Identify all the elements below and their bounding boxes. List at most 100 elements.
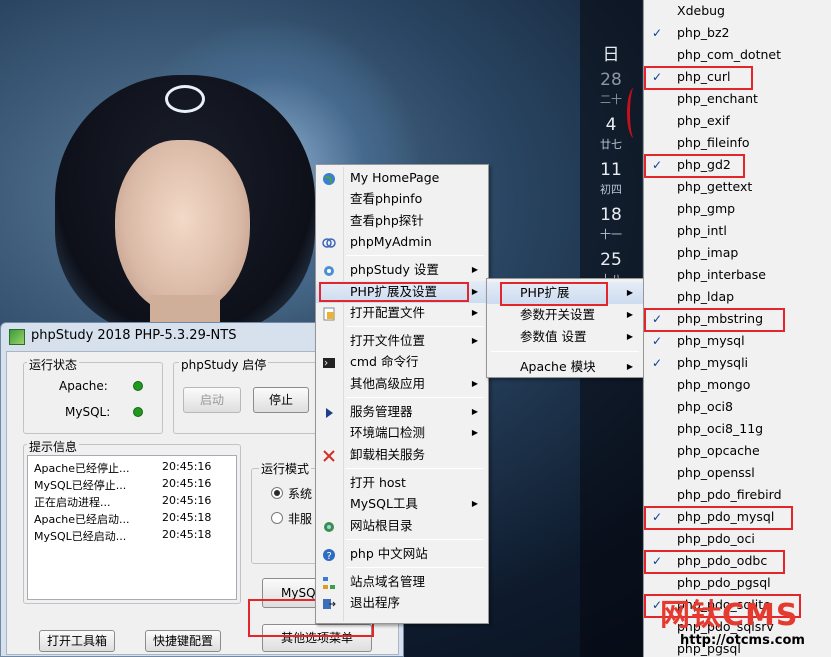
menu-item-cn[interactable]: 站点域名管理 [316, 571, 488, 593]
extension-item-php-fileinfo[interactable]: php_fileinfo [644, 132, 831, 154]
highlight-php-extension-submenu [500, 282, 608, 306]
menu-item-label: 打开配置文件 [350, 304, 426, 320]
extension-name: php_intl [677, 223, 727, 238]
extension-item-php-gettext[interactable]: php_gettext [644, 176, 831, 198]
log-row: Apache已经停止... 20:45:16 [34, 460, 211, 476]
log-row: 正在启动进程... 20:45:16 [34, 494, 211, 510]
highlight-extension [644, 308, 785, 332]
log-row: Apache已经启动... 20:45:18 [34, 511, 211, 527]
submenu-arrow-icon: ▶ [471, 378, 478, 388]
submenu-item[interactable]: Apache 模块 ▶ [487, 356, 643, 378]
extension-item-php-exif[interactable]: php_exif [644, 110, 831, 132]
menu-item-label: 环境端口检测 [350, 425, 426, 441]
log-message: Apache已经启动... [34, 513, 130, 526]
extension-item-php-interbase[interactable]: php_interbase [644, 264, 831, 286]
menu-item-cn[interactable]: 卸载相关服务 [316, 444, 488, 466]
submenu-arrow-icon: ▶ [471, 286, 478, 296]
checkmark-icon: ✓ [652, 334, 663, 348]
apache-status-indicator [133, 381, 143, 391]
submenu-item[interactable]: 参数开关设置 ▶ [487, 304, 643, 326]
highlight-extension [644, 154, 745, 178]
extension-item-php-pdo-firebird[interactable]: php_pdo_firebird [644, 484, 831, 506]
submenu-arrow-icon: ▶ [471, 499, 478, 509]
menu-item-label: MySQL工具 [350, 496, 418, 512]
extension-name: php_mysql [677, 333, 745, 348]
menu-item-label: 查看php探针 [350, 212, 424, 228]
extension-item-php-mysqli[interactable]: ✓ php_mysqli [644, 352, 831, 374]
menu-item-cn[interactable]: 其他高级应用 ▶ [316, 373, 488, 395]
calendar-day: 28 [600, 70, 622, 90]
mode-radio-system[interactable] [271, 487, 283, 499]
log-message: Apache已经停止... [34, 462, 130, 475]
extension-name: php_bz2 [677, 25, 730, 40]
extension-item-php-bz2[interactable]: ✓ php_bz2 [644, 22, 831, 44]
extension-item-php-oci8-11g[interactable]: php_oci8_11g [644, 418, 831, 440]
menu-item-cn[interactable]: 网站根目录 [316, 515, 488, 537]
menu-item-phpinfo[interactable]: 查看phpinfo [316, 188, 488, 210]
extension-item-php-imap[interactable]: php_imap [644, 242, 831, 264]
menu-item-cn[interactable]: 退出程序 [316, 592, 488, 614]
menu-separator [491, 351, 639, 352]
menu-item-label: My HomePage [350, 170, 440, 185]
extension-item-php-pdo-oci[interactable]: php_pdo_oci [644, 528, 831, 550]
submenu-item-label: 参数开关设置 [520, 307, 596, 322]
svg-text:?: ? [327, 551, 332, 562]
extension-item-php-mongo[interactable]: php_mongo [644, 374, 831, 396]
extension-item-php-intl[interactable]: php_intl [644, 220, 831, 242]
extension-item-php-com-dotnet[interactable]: php_com_dotnet [644, 44, 831, 66]
submenu-item[interactable]: 参数值 设置 ▶ [487, 326, 643, 348]
log-list[interactable]: Apache已经停止... 20:45:16 MySQL已经停止... 20:45:1… [27, 455, 237, 600]
apache-label: Apache: [59, 379, 108, 393]
submenu-item-label: Apache 模块 [520, 359, 596, 374]
log-time: 20:45:18 [162, 528, 212, 541]
submenu-arrow-icon: ▶ [471, 336, 478, 346]
extension-item-php-mysql[interactable]: ✓ php_mysql [644, 330, 831, 352]
menu-separator [346, 538, 484, 540]
calendar-day: 18 [600, 205, 622, 225]
menu-item-cn[interactable]: 打开配置文件 ▶ [316, 302, 488, 324]
menu-item-php[interactable]: php 中文网站? [316, 543, 488, 565]
calendar-day: 11 [600, 160, 622, 180]
menu-item-label: 退出程序 [350, 595, 401, 611]
menu-item-label: 打开文件位置 [350, 333, 426, 349]
menu-item-mysql[interactable]: MySQL工具 ▶ [316, 493, 488, 515]
start-button[interactable]: 启动 [183, 387, 241, 413]
menu-item-host[interactable]: 打开 host [316, 472, 488, 494]
menu-item-phpstudy[interactable]: phpStudy 设置 ▶ [316, 259, 488, 281]
menu-item-php[interactable]: 查看php探针 [316, 210, 488, 232]
log-time: 20:45:18 [162, 511, 212, 524]
checkmark-icon: ✓ [652, 26, 663, 40]
open-toolbox-button[interactable]: 打开工具箱 [39, 630, 115, 652]
extension-item-php-oci8[interactable]: php_oci8 [644, 396, 831, 418]
menu-item-cn[interactable]: 服务管理器 ▶ [316, 401, 488, 423]
extension-item-php-enchant[interactable]: php_enchant [644, 88, 831, 110]
menu-separator [346, 255, 484, 257]
globe-icon [322, 171, 336, 185]
extension-item-php-gmp[interactable]: php_gmp [644, 198, 831, 220]
sitemap-icon [322, 575, 336, 590]
menu-item-phpmyadmin[interactable]: phpMyAdmin [316, 231, 488, 253]
extension-name: php_pdo_pgsql [677, 575, 771, 590]
extension-name: php_gmp [677, 201, 736, 216]
uninstall-icon [322, 448, 336, 462]
log-message: 正在启动进程... [34, 496, 111, 509]
highlight-extension [644, 550, 785, 574]
log-time: 20:45:16 [162, 494, 212, 507]
extension-item-php-openssl[interactable]: php_openssl [644, 462, 831, 484]
terminal-icon [322, 355, 336, 369]
mode-radio-nonservice[interactable] [271, 512, 283, 524]
calendar-header: 日 [602, 45, 620, 65]
menu-item-cn[interactable]: 打开文件位置 ▶ [316, 330, 488, 352]
stop-button[interactable]: 停止 [253, 387, 309, 413]
shortcut-config-button[interactable]: 快捷键配置 [145, 630, 221, 652]
extension-name: php_oci8 [677, 399, 733, 414]
menu-item-label: 打开 host [350, 474, 406, 490]
extension-item-xdebug[interactable]: Xdebug [644, 0, 831, 22]
submenu-arrow-icon: ▶ [626, 310, 633, 319]
menu-item-cmd[interactable]: cmd 命令行 [316, 351, 488, 373]
extension-item-php-opcache[interactable]: php_opcache [644, 440, 831, 462]
menu-item-cn[interactable]: 环境端口检测 ▶ [316, 422, 488, 444]
extension-item-php-ldap[interactable]: php_ldap [644, 286, 831, 308]
play-icon [322, 405, 336, 419]
menu-item-my-homepage[interactable]: My HomePage [316, 167, 488, 189]
